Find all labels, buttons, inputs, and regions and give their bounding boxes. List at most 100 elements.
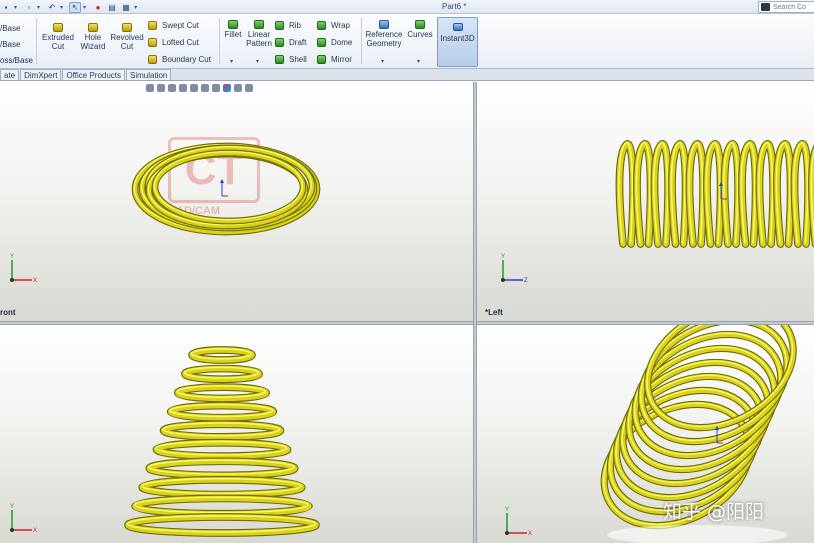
extruded-cut-label-1: Extruded (41, 33, 75, 42)
draft-label: Draft (289, 38, 307, 47)
rib-button[interactable]: Rib (275, 21, 301, 30)
dome-icon (317, 38, 326, 47)
fillet-dropdown-icon[interactable]: ▾ (230, 58, 233, 65)
tab-evaluate[interactable]: ate (0, 69, 20, 80)
tab-dimxpert[interactable]: DimXpert (20, 69, 62, 80)
boundary-cut-label: Boundary Cut (162, 55, 211, 64)
save-icon[interactable]: ▪ (0, 2, 12, 13)
linear-pattern-button[interactable]: Linear Pattern (244, 20, 274, 48)
reference-geometry-label-2: Geometry (366, 39, 402, 48)
partial-extruded-base-button[interactable]: /Base (0, 20, 33, 37)
isometric-viewport[interactable]: Y X 知乎 @阳阳 (477, 325, 814, 543)
dome-label: Dome (331, 38, 353, 47)
viewport-splitter-vertical[interactable] (473, 82, 477, 543)
curves-dropdown-icon[interactable]: ▾ (417, 58, 420, 65)
shell-button[interactable]: Shell (275, 55, 307, 64)
reference-geometry-dropdown-icon[interactable]: ▾ (381, 58, 384, 65)
lofted-cut-icon (148, 38, 157, 47)
linear-pattern-icon (254, 20, 264, 29)
trimetric-viewport[interactable]: YX (0, 325, 473, 543)
print-icon[interactable]: ▫ (23, 2, 35, 13)
reference-geometry-label-1: Reference (365, 30, 403, 39)
boundary-cut-button[interactable]: Boundary Cut (148, 55, 211, 64)
rib-label: Rib (289, 21, 302, 30)
triad-origin (505, 531, 509, 535)
instant3d-icon (452, 23, 463, 31)
undo-icon[interactable]: ↶ (46, 2, 58, 13)
lofted-cut-button[interactable]: Lofted Cut (148, 38, 199, 47)
document-title: Part6 * (442, 2, 467, 11)
partial-boundary-base-button[interactable]: oss/Base (0, 52, 33, 69)
hole-wizard-button[interactable]: Hole Wizard (78, 23, 108, 51)
wrap-button[interactable]: Wrap (317, 21, 350, 30)
left-viewport[interactable]: YZ *Left (477, 82, 814, 321)
curves-label: Curves (407, 30, 433, 39)
fillet-icon (228, 20, 238, 29)
revolved-cut-label-2: Cut (120, 42, 134, 51)
search-commands-field[interactable]: Search Co (758, 1, 814, 13)
revolved-cut-label-1: Revolved (110, 33, 144, 42)
spring-cone-coil-8 (132, 495, 312, 517)
draft-icon (275, 38, 284, 47)
options-dropdown-icon[interactable]: ▾ (134, 4, 137, 11)
tab-simulation[interactable]: Simulation (126, 69, 172, 80)
spring-conical-view: YX (10, 346, 320, 537)
origin-arrowhead (220, 179, 224, 183)
triad-h-label: X (33, 278, 37, 284)
ribbon-separator (36, 18, 37, 64)
rib-icon (275, 21, 284, 30)
triad-origin (501, 278, 505, 282)
zhihu-watermark: 知乎 @阳阳 (663, 501, 765, 523)
file-properties-icon[interactable]: ▤ (106, 2, 118, 13)
fillet-button[interactable]: Fillet (223, 20, 243, 39)
triad-h-label: X (528, 531, 532, 537)
front-viewport[interactable]: CT AD/CAM YX ront (0, 82, 473, 321)
search-commands-placeholder: Search Co (773, 3, 807, 11)
instant3d-label: Instant3D (440, 34, 475, 43)
revolved-cut-button[interactable]: Revolved Cut (109, 23, 145, 51)
triad-h-label: Z (524, 278, 528, 284)
triad-y-label: Y (501, 254, 505, 260)
boundary-cut-icon (148, 55, 157, 64)
extruded-cut-button[interactable]: Extruded Cut (40, 23, 76, 51)
search-commands-icon (761, 3, 770, 11)
spring-left-view: YZ (501, 140, 814, 284)
undo-dropdown-icon[interactable]: ▾ (60, 4, 63, 11)
rebuild-icon[interactable]: ● (92, 2, 104, 13)
swept-cut-button[interactable]: Swept Cut (148, 21, 199, 30)
linear-pattern-label-2: Pattern (246, 39, 272, 48)
options-icon[interactable]: ▦ (120, 2, 132, 13)
viewport-splitter-horizontal[interactable] (0, 321, 814, 325)
save-dropdown-icon[interactable]: ▾ (14, 4, 17, 11)
title-bar: ▪ ▾ ▫ ▾ ↶ ▾ ↖ ▾ ● ▤ ▦ ▾ Part6 * Search Co (0, 0, 814, 14)
hole-wizard-icon (88, 23, 98, 32)
select-arrow-icon[interactable]: ↖ (69, 1, 82, 13)
dome-button[interactable]: Dome (317, 38, 352, 47)
select-dropdown-icon[interactable]: ▾ (83, 4, 86, 11)
tab-office-products[interactable]: Office Products (62, 69, 126, 80)
linear-pattern-dropdown-icon[interactable]: ▾ (256, 58, 259, 65)
mirror-button[interactable]: Mirror (317, 55, 352, 64)
hole-wizard-label-1: Hole (84, 33, 102, 42)
triad-origin (10, 278, 14, 282)
instant3d-button[interactable]: Instant3D (437, 17, 478, 67)
partial-revolved-base-button[interactable]: /Base (0, 36, 33, 53)
spring-coil-ring-4-highlight (153, 151, 304, 221)
left-view-label: *Left (485, 308, 503, 317)
curves-button[interactable]: Curves (406, 20, 434, 39)
lofted-cut-label: Lofted Cut (162, 38, 199, 47)
triad-y-label: Y (505, 507, 509, 513)
print-dropdown-icon[interactable]: ▾ (37, 4, 40, 11)
command-manager-tabs: ate DimXpert Office Products Simulation (0, 69, 814, 81)
front-view-label: ront (0, 308, 16, 317)
spring-cone-coil-5 (153, 440, 291, 459)
shell-label: Shell (289, 55, 307, 64)
triad-y-label: Y (10, 504, 14, 510)
ribbon-separator (219, 18, 220, 64)
fillet-label: Fillet (224, 30, 242, 39)
spring-front-view: YX (10, 142, 321, 284)
draft-button[interactable]: Draft (275, 38, 306, 47)
extruded-cut-icon (53, 23, 63, 32)
reference-geometry-button[interactable]: Reference Geometry (364, 20, 404, 48)
floor-reflection (607, 525, 787, 543)
